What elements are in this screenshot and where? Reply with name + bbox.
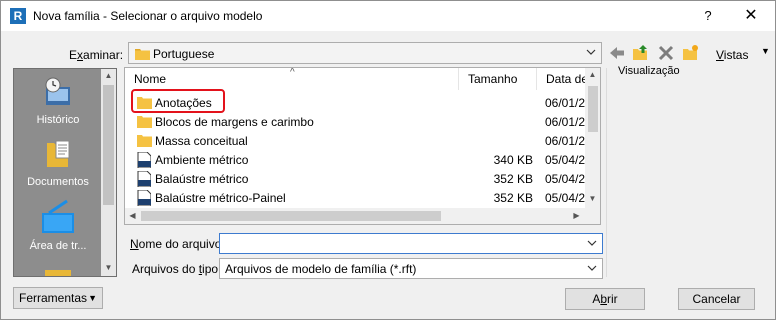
file-date: 05/04/2 (545, 153, 586, 167)
window-title: Nova família - Selecionar o arquivo mode… (33, 9, 263, 23)
file-date: 05/04/2 (545, 172, 586, 186)
highlight-annotation (131, 89, 225, 113)
chevron-down-icon (587, 265, 597, 271)
documents-icon (47, 140, 70, 167)
file-list-horizontal-scrollbar[interactable]: ◀ ▶ (125, 208, 600, 224)
file-type-value: Arquivos de modelo de família (*.rft) (225, 262, 417, 276)
revit-app-icon: R (10, 8, 26, 24)
back-icon[interactable] (608, 44, 626, 62)
file-name-input[interactable] (219, 233, 603, 254)
file-list-vertical-scrollbar[interactable]: ▲ ▼ (585, 68, 600, 208)
dropdown-arrow-icon: ▼ (88, 293, 97, 303)
scroll-down-icon[interactable]: ▼ (585, 194, 600, 203)
cancel-button[interactable]: Cancelar (678, 288, 755, 310)
file-name-label: Nome do arquivo: (130, 237, 225, 251)
file-size: 352 KB (493, 191, 533, 205)
scrollbar-thumb[interactable] (141, 211, 441, 221)
file-list-row[interactable]: Massa conceitual 06/01/2 (125, 131, 585, 150)
open-button[interactable]: Abrir (565, 288, 645, 310)
look-in-label: Examinar: (69, 48, 124, 62)
scroll-left-icon[interactable]: ◀ (125, 211, 140, 220)
close-button[interactable]: ✕ (736, 4, 766, 28)
chevron-down-icon (586, 49, 596, 55)
file-name: Balaústre métrico-Painel (155, 191, 286, 205)
file-date: 05/04/2 (545, 191, 586, 205)
folder-icon (137, 135, 152, 147)
rft-file-icon (137, 171, 151, 187)
file-type-dropdown[interactable]: Arquivos de modelo de família (*.rft) (219, 258, 603, 279)
scroll-up-icon[interactable]: ▲ (585, 70, 600, 79)
file-list-row[interactable]: Balaústre métrico 352 KB 05/04/2 (125, 169, 585, 188)
scroll-down-icon[interactable]: ▼ (101, 263, 116, 272)
scroll-right-icon[interactable]: ▶ (569, 211, 584, 220)
file-name: Massa conceitual (155, 134, 248, 148)
look-in-value: Portuguese (153, 47, 215, 61)
place-history[interactable]: Histórico (14, 77, 102, 126)
place-label: Documentos (27, 176, 89, 188)
views-menu-button[interactable]: Vistas (716, 48, 748, 62)
file-list: Nome ^ Tamanho Data de Anotações 06/01/2… (124, 67, 601, 225)
title-bar: R Nova família - Selecionar o arquivo mo… (1, 1, 775, 31)
file-name: Blocos de margens e carimbo (155, 115, 314, 129)
file-size: 352 KB (493, 172, 533, 186)
views-dropdown-arrow-icon[interactable]: ▼ (761, 46, 770, 56)
column-header-name[interactable]: Nome ^ (125, 68, 459, 90)
rft-file-icon (137, 152, 151, 168)
preview-pane (606, 68, 766, 277)
desktop-icon (42, 199, 74, 233)
folder-icon (137, 116, 152, 128)
folder-icon (45, 270, 71, 276)
up-folder-icon[interactable] (632, 44, 650, 62)
help-button[interactable]: ? (696, 4, 720, 28)
history-icon (45, 77, 70, 105)
file-type-label: Arquivos do tipo: (132, 262, 222, 276)
place-documents[interactable]: Documentos (14, 137, 102, 188)
delete-icon[interactable] (657, 44, 675, 62)
folder-icon (135, 49, 150, 60)
preview-label: Visualização (617, 65, 681, 77)
place-label: Histórico (36, 114, 80, 126)
file-list-row[interactable]: Balaústre métrico-Painel 352 KB 05/04/2 (125, 188, 585, 207)
new-folder-icon[interactable] (682, 44, 700, 62)
places-scrollbar[interactable]: ▲ ▼ (101, 69, 116, 276)
scrollbar-thumb[interactable] (103, 85, 114, 205)
scroll-up-icon[interactable]: ▲ (101, 71, 116, 80)
file-date: 06/01/2 (545, 134, 586, 148)
file-list-row[interactable]: Blocos de margens e carimbo 06/01/2 (125, 112, 585, 131)
column-header-size[interactable]: Tamanho (459, 68, 537, 90)
file-size: 340 KB (493, 153, 533, 167)
file-date: 06/01/2 (545, 115, 586, 129)
place-label: Área de tr... (29, 240, 87, 252)
places-sidebar: Histórico Documentos Área de tr... ▲ ▼ (13, 68, 117, 277)
file-date: 06/01/2 (545, 96, 586, 110)
file-name: Ambiente métrico (155, 153, 249, 167)
scrollbar-thumb[interactable] (588, 86, 598, 132)
open-file-dialog: R Nova família - Selecionar o arquivo mo… (0, 0, 776, 320)
rft-file-icon (137, 190, 151, 206)
file-name: Balaústre métrico (155, 172, 249, 186)
file-list-row[interactable]: Ambiente métrico 340 KB 05/04/2 (125, 150, 585, 169)
place-desktop[interactable]: Área de tr... (14, 199, 102, 252)
look-in-dropdown[interactable]: Portuguese (128, 42, 602, 64)
tools-button[interactable]: Ferramentas ▼ (13, 287, 103, 309)
chevron-down-icon[interactable] (587, 238, 597, 248)
sort-ascending-icon: ^ (290, 67, 295, 78)
